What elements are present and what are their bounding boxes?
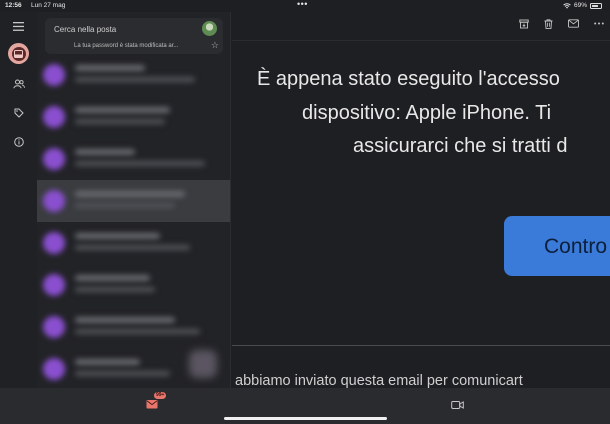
status-time: 12:56: [5, 2, 22, 9]
mail-list-item[interactable]: [37, 96, 230, 138]
mail-list-item[interactable]: [37, 138, 230, 180]
sender-avatar: [43, 232, 65, 254]
navigation-rail: [0, 12, 37, 388]
menu-button[interactable]: [8, 16, 29, 37]
inbox-button[interactable]: [8, 43, 29, 64]
mail-snippet-blurred: [75, 245, 190, 250]
mail-snippet-blurred: [75, 119, 165, 124]
more-horizontal-icon: [593, 22, 604, 25]
mail-sender-blurred: [75, 149, 135, 155]
review-activity-button[interactable]: Contro: [504, 216, 610, 276]
account-avatar[interactable]: [202, 21, 217, 36]
star-icon[interactable]: ☆: [211, 40, 219, 50]
message-body-line-3: assicurarci che si tratti d: [353, 135, 568, 157]
mail-list-item[interactable]: [37, 264, 230, 306]
mail-icon: [568, 19, 579, 28]
meet-tab[interactable]: [451, 397, 464, 409]
mail-sender-blurred: [75, 107, 170, 113]
mail-snippet-blurred: [75, 287, 155, 292]
message-footer-text: abbiamo inviato questa email per comunic…: [235, 373, 523, 388]
search-bar[interactable]: Cerca nella posta La tua password è stat…: [45, 18, 223, 54]
archive-button[interactable]: [518, 18, 529, 29]
bottom-navigation: 99+: [0, 388, 610, 424]
battery-icon: [590, 2, 602, 9]
toolbar-divider: [232, 40, 610, 41]
mail-snippet-blurred: [75, 77, 195, 82]
labels-button[interactable]: [8, 102, 29, 123]
inbox-icon: [14, 49, 23, 58]
mail-sender-blurred: [75, 191, 185, 197]
notification-subject[interactable]: La tua password è stata modificata ar...: [74, 43, 178, 49]
wifi-icon: [563, 2, 571, 9]
mail-snippet-blurred: [75, 161, 205, 166]
mail-list-item[interactable]: [37, 180, 230, 222]
mail-icon: [146, 400, 158, 409]
message-divider: [232, 345, 610, 346]
mail-sender-blurred: [75, 317, 175, 323]
mail-list-item[interactable]: [37, 306, 230, 348]
tag-icon: [14, 108, 24, 118]
info-icon: [13, 136, 24, 147]
mail-snippet-blurred: [75, 203, 175, 208]
sender-avatar: [43, 64, 65, 86]
mail-list-panel: Cerca nella posta La tua password è stat…: [37, 12, 231, 388]
mail-snippet-blurred: [75, 329, 200, 334]
mail-snippet-blurred: [75, 371, 170, 376]
delete-button[interactable]: [543, 18, 554, 29]
sender-avatar: [43, 190, 65, 212]
message-body-line-1: È appena stato eseguito l'accesso: [257, 68, 560, 90]
sender-avatar: [43, 106, 65, 128]
contacts-icon: [12, 79, 25, 88]
reading-pane: È appena stato eseguito l'accesso dispos…: [232, 12, 610, 388]
status-date: Lun 27 mag: [31, 2, 66, 9]
sender-avatar: [43, 148, 65, 170]
sender-avatar: [43, 316, 65, 338]
mark-unread-button[interactable]: [568, 18, 579, 29]
multitasking-dots[interactable]: •••: [297, 0, 308, 9]
search-input[interactable]: Cerca nella posta: [54, 25, 116, 34]
review-activity-label: Contro: [544, 235, 608, 258]
sender-avatar: [43, 358, 65, 380]
sender-avatar: [43, 274, 65, 296]
unread-badge: 99+: [154, 392, 167, 399]
mail-sender-blurred: [75, 359, 140, 365]
menu-icon: [13, 22, 24, 31]
trash-icon: [544, 18, 553, 29]
mail-sender-blurred: [75, 275, 150, 281]
video-camera-icon: [451, 401, 464, 409]
home-indicator[interactable]: [224, 417, 387, 420]
more-options-button[interactable]: [593, 18, 604, 29]
contacts-button[interactable]: [8, 73, 29, 94]
battery-percent: 69%: [573, 2, 587, 9]
mail-sender-blurred: [75, 233, 160, 239]
status-bar: 12:56 Lun 27 mag ••• 69%: [0, 0, 610, 12]
status-indicators: 69%: [563, 2, 602, 9]
compose-button[interactable]: [189, 350, 217, 378]
mail-list-item[interactable]: [37, 222, 230, 264]
message-toolbar: [518, 18, 604, 29]
message-body-line-2: dispositivo: Apple iPhone. Ti: [302, 102, 552, 124]
info-button[interactable]: [8, 131, 29, 152]
archive-icon: [518, 19, 529, 28]
mail-sender-blurred: [75, 65, 145, 71]
mail-list-item[interactable]: [37, 54, 230, 96]
